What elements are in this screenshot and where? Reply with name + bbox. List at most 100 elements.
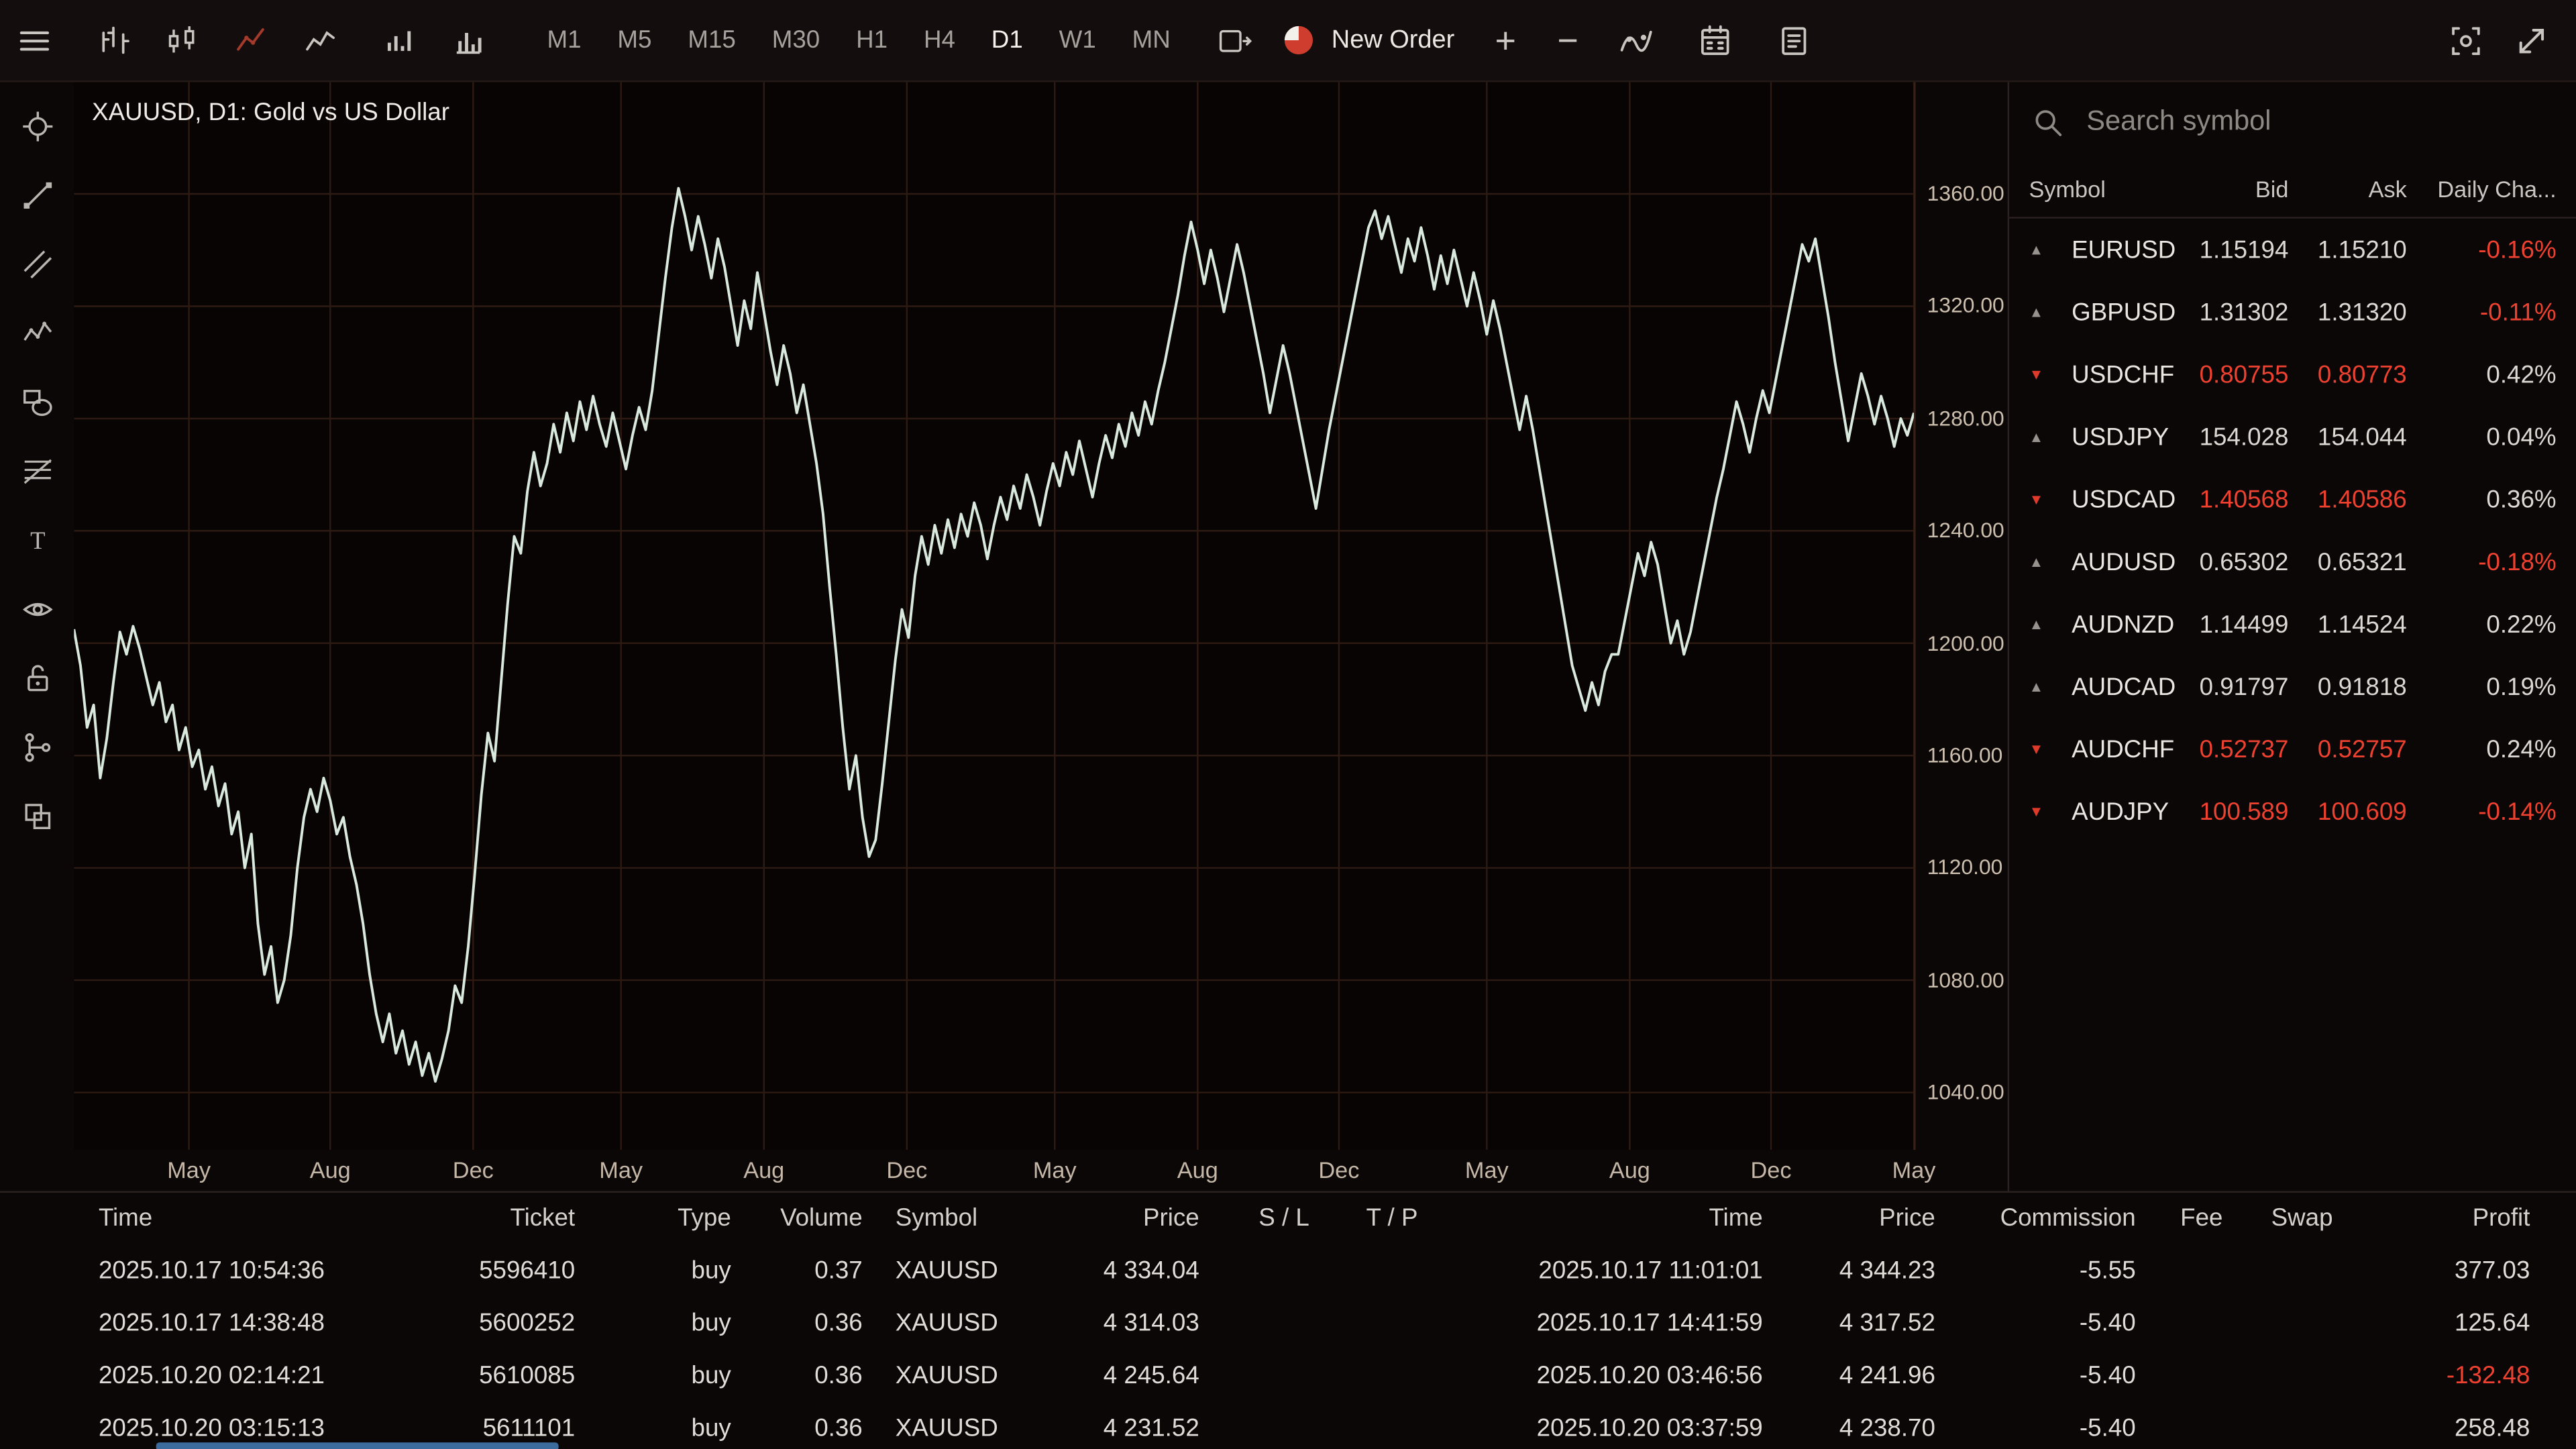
time-tick-11-Dec: Dec: [1743, 1157, 1799, 1183]
chart-shift-icon[interactable]: [1218, 22, 1254, 58]
time-tick-0-May: May: [161, 1157, 217, 1183]
up-arrow-icon: ▲: [2029, 680, 2055, 694]
unlock-icon[interactable]: [21, 662, 54, 695]
text-tool-icon[interactable]: T: [21, 524, 54, 557]
windows-layers-icon[interactable]: [21, 800, 54, 833]
cell-volume: 0.36: [731, 1361, 863, 1389]
volume-group: [381, 22, 486, 58]
market-watch-row-AUDNZD[interactable]: ▲AUDNZD1.144991.145240.22%: [2009, 593, 2576, 655]
history-row-5596410[interactable]: 2025.10.17 10:54:365596410buy0.37XAUUSD4…: [0, 1244, 2576, 1296]
menu-icon[interactable]: [16, 22, 52, 58]
cell-symbol: XAUUSD: [863, 1256, 1060, 1284]
time-tick-9-May: May: [1459, 1157, 1515, 1183]
symbol-search-input[interactable]: [2083, 103, 2556, 140]
market-watch-row-USDCHF[interactable]: ▼USDCHF0.807550.807730.42%: [2009, 343, 2576, 406]
down-arrow-icon: ▼: [2029, 367, 2055, 382]
candlestick-chart-icon[interactable]: [164, 22, 201, 58]
zoom-group: + −: [1487, 22, 1586, 58]
crosshair-icon[interactable]: [21, 110, 54, 143]
market-watch-row-AUDCAD[interactable]: ▲AUDCAD0.917970.918180.19%: [2009, 655, 2576, 718]
history-column-ticket-1[interactable]: Ticket: [411, 1204, 575, 1232]
search-icon: [2029, 103, 2065, 140]
zoom-out-button[interactable]: −: [1550, 22, 1586, 58]
indicators-icon[interactable]: [1619, 22, 1655, 58]
timeframe-M1[interactable]: M1: [529, 0, 600, 81]
market-watch-header: Symbol Bid Ask Daily Cha...: [2009, 161, 2576, 219]
history-column-time-8[interactable]: Time: [1417, 1204, 1762, 1232]
history-column-price-5[interactable]: Price: [1060, 1204, 1199, 1232]
timeframe-H4[interactable]: H4: [906, 0, 973, 81]
history-hscrollbar-thumb[interactable]: [156, 1442, 559, 1449]
shapes-icon[interactable]: [21, 386, 54, 419]
timeframe-H1[interactable]: H1: [838, 0, 906, 81]
tick-volume-icon[interactable]: [381, 22, 417, 58]
timeframe-M30[interactable]: M30: [754, 0, 838, 81]
line-chart-icon[interactable]: [303, 22, 339, 58]
cell-price2: 4 344.23: [1763, 1256, 1935, 1284]
timeframe-M15[interactable]: M15: [669, 0, 753, 81]
screenshot-camera-icon[interactable]: [2448, 22, 2484, 58]
history-column-symbol-4[interactable]: Symbol: [863, 1204, 1060, 1232]
timeframe-MN[interactable]: MN: [1114, 0, 1189, 81]
trendline-icon[interactable]: [21, 179, 54, 212]
history-column-price-9[interactable]: Price: [1763, 1204, 1935, 1232]
history-column-tp-7[interactable]: T / P: [1309, 1204, 1418, 1232]
column-symbol[interactable]: Symbol: [2029, 176, 2170, 202]
fullscreen-icon[interactable]: [2514, 22, 2550, 58]
history-rows: 2025.10.17 10:54:365596410buy0.37XAUUSD4…: [0, 1244, 2576, 1449]
timeframe-M5[interactable]: M5: [599, 0, 669, 81]
channel-icon[interactable]: [21, 248, 54, 281]
history-column-sl-6[interactable]: S / L: [1199, 1204, 1309, 1232]
market-watch-row-USDCAD[interactable]: ▼USDCAD1.405681.405860.36%: [2009, 468, 2576, 531]
history-column-swap-12[interactable]: Swap: [2222, 1204, 2332, 1232]
ask-value: 1.14524: [2288, 610, 2406, 639]
bar-chart-icon[interactable]: [95, 22, 131, 58]
price-tick-1360: 1360.00: [1927, 180, 2004, 205]
market-watch-row-USDJPY[interactable]: ▲USDJPY154.028154.0440.04%: [2009, 406, 2576, 468]
cell-time: 2025.10.17 10:54:36: [0, 1256, 411, 1284]
column-ask[interactable]: Ask: [2288, 176, 2406, 202]
history-column-time-0[interactable]: Time: [0, 1204, 411, 1232]
cell-time2: 2025.10.17 14:41:59: [1417, 1309, 1762, 1337]
history-column-commission-10[interactable]: Commission: [1935, 1204, 2136, 1232]
history-panel: TimeTicketTypeVolumeSymbolPriceS / LT / …: [0, 1191, 2576, 1449]
history-column-volume-3[interactable]: Volume: [731, 1204, 863, 1232]
chart-canvas[interactable]: [74, 82, 1914, 1150]
column-bid[interactable]: Bid: [2170, 176, 2288, 202]
history-column-type-2[interactable]: Type: [575, 1204, 731, 1232]
price-axis[interactable]: 1360.001320.001280.001240.001200.001160.…: [1914, 82, 2008, 1150]
journal-icon[interactable]: [1776, 22, 1813, 58]
fibonacci-icon[interactable]: [21, 455, 54, 488]
svg-text:T: T: [30, 527, 44, 554]
market-watch-row-GBPUSD[interactable]: ▲GBPUSD1.313021.31320-0.11%: [2009, 281, 2576, 343]
cell-ticket: 5611101: [411, 1413, 575, 1442]
new-order-button[interactable]: New Order: [1281, 22, 1454, 58]
market-watch-row-AUDUSD[interactable]: ▲AUDUSD0.653020.65321-0.18%: [2009, 531, 2576, 593]
market-watch-row-AUDJPY[interactable]: ▼AUDJPY100.589100.609-0.14%: [2009, 780, 2576, 843]
time-tick-8-Dec: Dec: [1311, 1157, 1366, 1183]
cell-commission: -5.40: [1935, 1361, 2136, 1389]
price-tick-1240: 1240.00: [1927, 518, 2004, 543]
market-watch-row-AUDCHF[interactable]: ▼AUDCHF0.527370.527570.24%: [2009, 718, 2576, 780]
calendar-icon[interactable]: [1698, 22, 1734, 58]
market-watch-row-EURUSD[interactable]: ▲EURUSD1.151941.15210-0.16%: [2009, 219, 2576, 281]
time-axis[interactable]: MayAugDecMayAugDecMayAugDecMayAugDecMay: [74, 1150, 2007, 1191]
down-arrow-icon: ▼: [2029, 492, 2055, 506]
history-row-5600252[interactable]: 2025.10.17 14:38:485600252buy0.36XAUUSD4…: [0, 1296, 2576, 1348]
column-daily-change[interactable]: Daily Cha...: [2407, 176, 2557, 202]
visibility-eye-icon[interactable]: [21, 593, 54, 626]
history-column-profit-13[interactable]: Profit: [2333, 1204, 2576, 1232]
volume-histogram-icon[interactable]: [450, 22, 486, 58]
price-tick-1320: 1320.00: [1927, 293, 2004, 318]
history-column-fee-11[interactable]: Fee: [2136, 1204, 2223, 1232]
object-branch-icon[interactable]: [21, 731, 54, 764]
timeframe-W1[interactable]: W1: [1041, 0, 1114, 81]
cell-symbol: XAUUSD: [863, 1413, 1060, 1442]
history-row-5610085[interactable]: 2025.10.20 02:14:215610085buy0.36XAUUSD4…: [0, 1349, 2576, 1401]
timeframe-D1[interactable]: D1: [973, 0, 1041, 81]
line-chart-active-icon[interactable]: [233, 22, 270, 58]
cell-symbol: XAUUSD: [863, 1309, 1060, 1337]
polyline-icon[interactable]: [21, 317, 54, 350]
symbol-name: USDCAD: [2055, 486, 2170, 514]
zoom-in-button[interactable]: +: [1487, 22, 1523, 58]
